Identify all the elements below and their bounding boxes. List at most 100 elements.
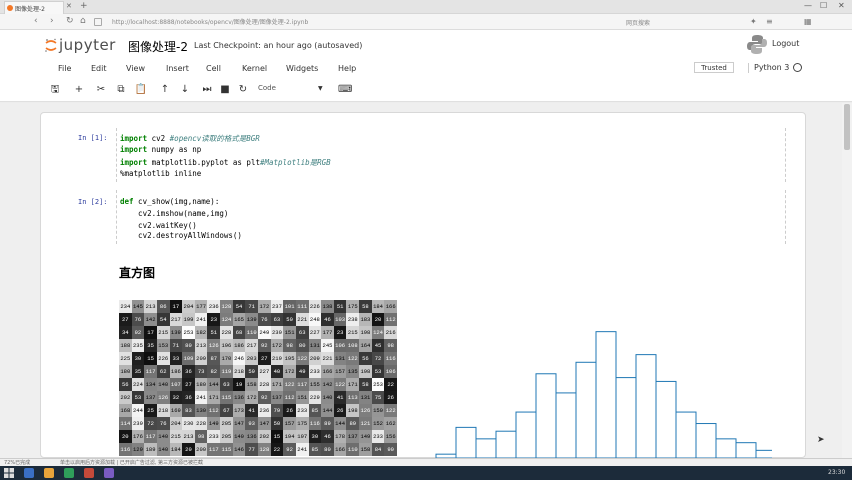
mouse-cursor-icon: ➤ [817, 435, 825, 445]
maximize-icon[interactable]: ☐ [820, 1, 827, 10]
pixel-cell: 194 [283, 430, 296, 443]
pixel-cell: 121 [359, 417, 372, 430]
pixel-cell: 140 [156, 378, 170, 391]
stop-icon[interactable]: ■ [218, 83, 232, 97]
pixel-cell: 230 [270, 326, 284, 339]
pixel-cell: 253 [182, 326, 195, 339]
move-down-icon[interactable]: ↓ [178, 83, 192, 97]
extension-icon[interactable]: ✦ [750, 17, 757, 26]
trusted-badge[interactable]: Trusted [694, 62, 734, 73]
cut-icon[interactable]: ✂ [94, 83, 108, 97]
pixel-cell: 151 [283, 326, 296, 339]
menu-kernel[interactable]: Kernel [242, 64, 267, 73]
run-icon[interactable]: ⏭ [200, 83, 214, 97]
minimize-icon[interactable]: — [804, 1, 812, 10]
browser-tab[interactable]: 图像处理-2 [4, 1, 64, 14]
close-tab-icon[interactable]: ✕ [66, 2, 72, 10]
pixel-cell: 112 [384, 313, 397, 326]
histogram-bar [575, 361, 597, 458]
pixel-cell: 27 [182, 378, 195, 391]
search-input[interactable]: 网页搜索 [622, 16, 732, 28]
pixel-cell: 71 [169, 339, 183, 352]
address-bar: ‹ › ↻ ⌂ http://localhost:8888/notebooks/… [0, 14, 852, 30]
cell-prompt: In [1]: [78, 134, 108, 142]
menu-view[interactable]: View [126, 64, 145, 73]
pixel-cell: 34 [119, 326, 132, 339]
new-tab-icon[interactable]: + [80, 1, 88, 11]
pixel-cell: 98 [384, 339, 397, 352]
grid-icon[interactable]: ▦ [804, 17, 812, 26]
pixel-cell: 142 [144, 313, 157, 326]
taskbar-app-icon[interactable] [44, 468, 54, 478]
pixel-cell: 205 [220, 417, 233, 430]
vertical-scrollbar[interactable] [842, 103, 852, 458]
taskbar-app-icon[interactable] [24, 468, 34, 478]
copy-icon[interactable]: ⧉ [114, 83, 128, 97]
pixel-cell: 186 [169, 365, 183, 378]
histogram-bar [595, 331, 617, 458]
pixel-cell: 122 [384, 404, 397, 417]
notebook-title[interactable]: 图像处理-2 [128, 38, 188, 55]
status-progress-text: 72%已完成 [4, 460, 31, 466]
paste-icon[interactable]: 📋 [134, 83, 148, 97]
windows-start-icon[interactable] [4, 468, 14, 478]
pixel-cell: 142 [321, 378, 334, 391]
pixel-cell: 76 [156, 417, 170, 430]
scroll-thumb[interactable] [844, 104, 850, 150]
histogram-bar [535, 373, 557, 458]
pixel-cell: 245 [321, 339, 334, 352]
browser-tab-bar: 图像处理-2 ✕ + — ☐ ✕ [0, 0, 852, 14]
pixel-cell: 209 [194, 352, 208, 365]
taskbar-app-icon[interactable] [84, 468, 94, 478]
keyboard-icon[interactable]: ⌨ [338, 83, 352, 97]
pixel-cell: 164 [359, 339, 372, 352]
histogram-bar [675, 411, 697, 458]
menu-widgets[interactable]: Widgets [286, 64, 318, 73]
refresh-icon[interactable]: ↻ [66, 16, 74, 26]
pixel-cell: 203 [245, 352, 258, 365]
pixel-cell: 126 [156, 391, 170, 404]
forward-icon[interactable]: › [50, 16, 54, 26]
pixel-cell: 17 [169, 300, 183, 313]
python-logo-icon [747, 35, 767, 54]
pixel-cell: 26 [384, 391, 397, 404]
insert-cell-below-icon[interactable]: + [72, 83, 86, 97]
restart-icon[interactable]: ↻ [236, 83, 250, 97]
pixel-cell: 158 [359, 443, 372, 456]
jupyter-logo[interactable]: jupyter [44, 36, 118, 56]
move-up-icon[interactable]: ↑ [158, 83, 172, 97]
back-icon[interactable]: ‹ [34, 16, 38, 26]
pixel-cell: 140 [321, 391, 334, 404]
close-window-icon[interactable]: ✕ [838, 1, 845, 10]
taskbar-app-icon[interactable] [64, 468, 74, 478]
menu-help[interactable]: Help [338, 64, 356, 73]
pixel-cell: 229 [308, 391, 322, 404]
taskbar-app-icon[interactable] [104, 468, 114, 478]
pixel-cell: 169 [169, 404, 183, 417]
pixel-cell: 178 [333, 430, 347, 443]
menu-insert[interactable]: Insert [166, 64, 189, 73]
pixel-cell: 218 [156, 404, 170, 417]
pixel-cell: 153 [156, 339, 170, 352]
pixel-cell: 173 [232, 404, 246, 417]
pixel-cell: 92 [283, 443, 296, 456]
pixel-cell: 213 [194, 339, 208, 352]
menu-icon[interactable]: ≡ [766, 17, 773, 26]
pixel-cell: 124 [220, 313, 233, 326]
pixel-cell: 56 [359, 352, 372, 365]
pixel-cell: 80 [182, 339, 195, 352]
histogram-bar [715, 438, 737, 458]
logout-button[interactable]: Logout [772, 39, 799, 48]
menu-cell[interactable]: Cell [206, 64, 221, 73]
pixel-cell: 205 [220, 430, 233, 443]
menu-edit[interactable]: Edit [91, 64, 107, 73]
menu-file[interactable]: File [58, 64, 71, 73]
home-icon[interactable]: ⌂ [80, 16, 86, 26]
save-icon[interactable]: 🖫 [48, 83, 62, 97]
pixel-cell: 168 [119, 404, 132, 417]
pixel-cell: 171 [270, 378, 284, 391]
pixel-cell: 155 [308, 378, 322, 391]
histogram-bar [635, 354, 657, 458]
pixel-cell: 15 [144, 352, 157, 365]
pixel-cell: 56 [119, 378, 132, 391]
